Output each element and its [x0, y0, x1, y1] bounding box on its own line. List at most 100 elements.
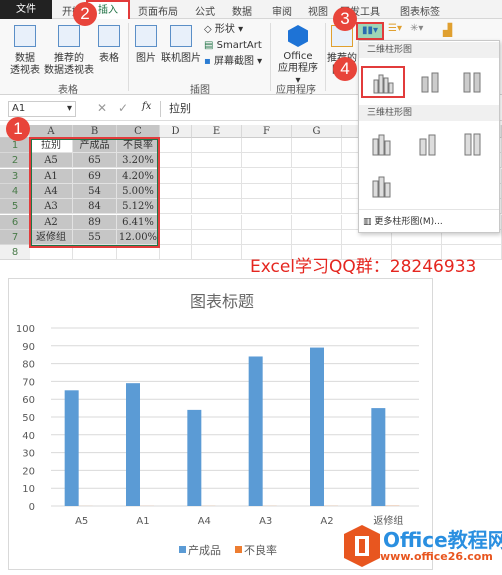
row-header[interactable]: 6 [0, 215, 30, 230]
cell[interactable] [160, 169, 192, 184]
cell[interactable] [242, 199, 292, 214]
3d-stacked-column-icon [414, 131, 440, 157]
table-icon [98, 25, 120, 47]
stacked-column-option[interactable] [417, 71, 447, 97]
cell[interactable] [292, 153, 342, 168]
tab-chart-labels[interactable]: 图表标签 [400, 3, 440, 18]
group-divider [270, 23, 271, 91]
shapes-icon: ◇ [204, 24, 212, 35]
legend-label: 不良率 [244, 543, 277, 557]
radar-chart-button[interactable]: ✳▾ [410, 23, 423, 34]
cell[interactable] [160, 184, 192, 199]
y-tick-label: 70 [22, 377, 35, 388]
pivot-table-icon [14, 25, 36, 47]
row-header[interactable]: 5 [0, 199, 30, 214]
cell[interactable] [160, 138, 192, 153]
column-header[interactable]: D [160, 125, 192, 138]
column-header[interactable]: F [242, 125, 292, 138]
cell[interactable] [242, 169, 292, 184]
shapes-button[interactable]: ◇ 形状 ▾ [204, 24, 243, 36]
clustered-column-option[interactable] [361, 66, 405, 98]
cell[interactable] [160, 215, 192, 230]
enter-icon[interactable]: ✓ [118, 101, 128, 115]
percent-stacked-column-option[interactable] [459, 71, 489, 97]
cell[interactable] [192, 215, 242, 230]
3d-clustered-column-option[interactable] [369, 131, 399, 157]
cell[interactable] [160, 153, 192, 168]
cell[interactable] [192, 245, 242, 260]
step-badge-2: 2 [73, 2, 97, 26]
pivot-table-button[interactable]: 数据 透视表 [6, 25, 44, 77]
cell[interactable] [242, 138, 292, 153]
column-chart-button[interactable]: ▮▮▾ [356, 22, 384, 40]
bar-series1 [126, 383, 140, 506]
cell[interactable] [242, 215, 292, 230]
row-header[interactable]: 2 [0, 153, 30, 168]
cell[interactable] [160, 245, 192, 260]
group-divider [325, 23, 326, 91]
more-column-charts[interactable]: ▥ 更多柱形图(M)... [359, 209, 499, 231]
insert-function-icon[interactable]: fx [142, 101, 151, 112]
cell[interactable] [292, 230, 342, 245]
logo-url: www.office26.com [380, 550, 493, 563]
bar-series1 [65, 390, 79, 506]
cell[interactable] [292, 199, 342, 214]
column-header[interactable]: E [192, 125, 242, 138]
y-tick-label: 30 [22, 449, 35, 460]
column-header[interactable]: G [292, 125, 342, 138]
tab-formulas[interactable]: 公式 [195, 3, 215, 18]
cell[interactable] [192, 153, 242, 168]
tab-file[interactable]: 文件 [0, 0, 52, 19]
cancel-icon[interactable]: ✕ [97, 101, 107, 115]
tab-view[interactable]: 视图 [308, 3, 328, 18]
bar-chart-button[interactable]: ☰▾ [388, 23, 402, 34]
cell[interactable] [292, 184, 342, 199]
name-box[interactable]: A1▾ [8, 101, 76, 117]
more-column-charts-label: 更多柱形图(M)... [374, 217, 442, 227]
cell[interactable] [160, 199, 192, 214]
row-header[interactable]: 3 [0, 169, 30, 184]
legend-swatch [179, 546, 186, 553]
online-picture-button[interactable]: 联机图片 [160, 25, 202, 65]
cell[interactable] [292, 215, 342, 230]
stacked-column-icon [417, 71, 443, 93]
cell[interactable] [160, 230, 192, 245]
tab-data[interactable]: 数据 [232, 3, 252, 18]
cell[interactable] [192, 230, 242, 245]
3d-stacked-column-option[interactable] [414, 131, 444, 157]
legend-swatch [235, 546, 242, 553]
column-chart-icon: ▮▮▾ [362, 25, 378, 36]
tab-review[interactable]: 审阅 [272, 3, 292, 18]
cell[interactable] [192, 199, 242, 214]
group-label-illustrations: 插图 [190, 81, 210, 96]
cell[interactable] [292, 138, 342, 153]
row-header[interactable]: 8 [0, 245, 30, 260]
legend-label: 产成品 [188, 543, 221, 557]
picture-button[interactable]: 图片 [132, 25, 160, 65]
section-3d-column: 三维柱形图 [359, 105, 499, 121]
screenshot-icon: ▪ [204, 56, 211, 67]
cell[interactable] [242, 184, 292, 199]
3d-percent-stacked-option[interactable] [459, 131, 489, 157]
y-tick-label: 60 [22, 395, 35, 406]
screenshot-button[interactable]: ▪ 屏幕截图 ▾ [204, 56, 262, 68]
smartart-icon: ▤ [204, 40, 213, 51]
cell[interactable] [192, 184, 242, 199]
row-header[interactable]: 7 [0, 230, 30, 245]
cell[interactable] [292, 169, 342, 184]
formula-input[interactable]: 拉别 [160, 101, 360, 117]
recommended-pivot-button[interactable]: 推荐的 数据透视表 [44, 25, 94, 77]
x-tick-label: A5 [75, 516, 88, 527]
table-button[interactable]: 表格 [94, 25, 124, 65]
3d-column-option[interactable] [369, 173, 399, 199]
cell[interactable] [242, 153, 292, 168]
combo-chart-button[interactable]: ▟ [443, 23, 452, 37]
row-header[interactable]: 4 [0, 184, 30, 199]
cell[interactable] [242, 230, 292, 245]
combo-chart-icon: ▟ [443, 23, 452, 37]
office-apps-button[interactable]: Office应用程序 ▾ [274, 25, 322, 87]
smartart-button[interactable]: ▤ SmartArt [204, 40, 262, 52]
cell[interactable] [192, 169, 242, 184]
tab-page-layout[interactable]: 页面布局 [138, 3, 178, 18]
cell[interactable] [192, 138, 242, 153]
